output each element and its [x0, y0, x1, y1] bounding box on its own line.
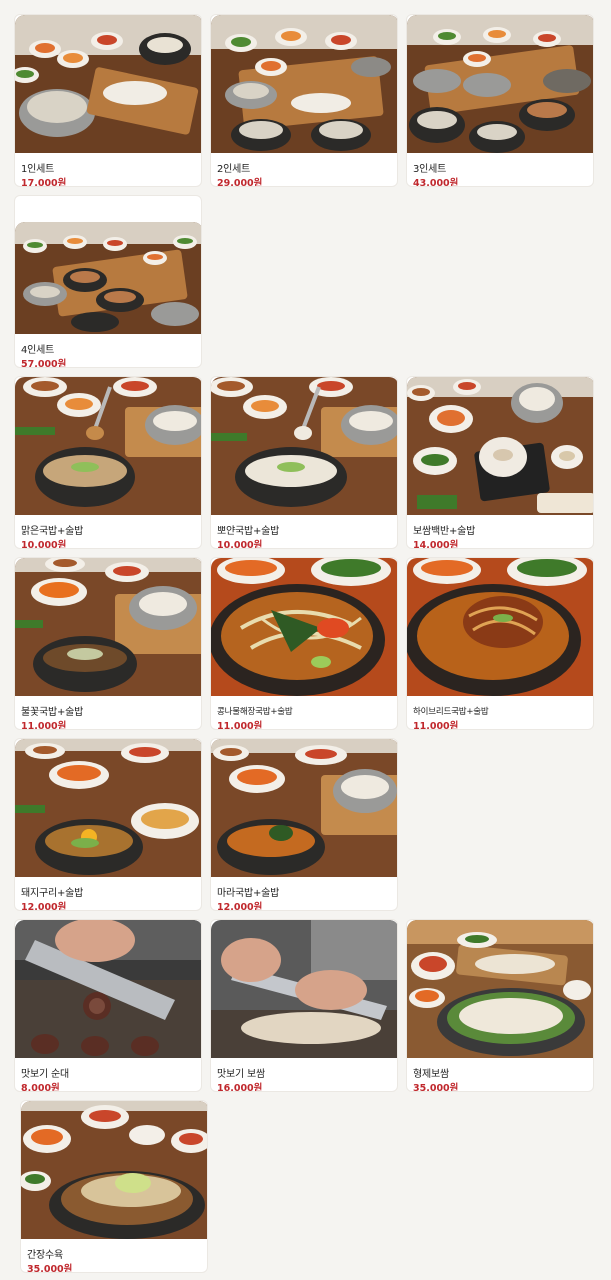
menu-item-name: 3인세트 [413, 164, 447, 175]
menu-photo [15, 739, 201, 877]
menu-item-price: 43,000원 [413, 178, 459, 187]
menu-item-name: 맛보기 보쌈 [217, 1069, 265, 1080]
menu-item-price: 12,000원 [217, 902, 263, 911]
menu-item-price: 29,000원 [217, 178, 263, 187]
menu-photo [21, 1101, 207, 1239]
menu-photo [15, 377, 201, 515]
menu-card-sample-bossam[interactable]: 맛보기 보쌈 16,000원 [210, 919, 398, 1092]
menu-photo [15, 15, 201, 153]
menu-item-name: 보쌈백반+술밥 [413, 526, 476, 537]
menu-card-fire-gukbap[interactable]: 불꽃국밥+술밥 11,000원 [14, 557, 202, 730]
menu-item-name: 불꽃국밥+술밥 [21, 707, 84, 718]
menu-item-name: 2인세트 [217, 164, 251, 175]
menu-photo [211, 377, 397, 515]
menu-photo [15, 222, 201, 334]
menu-item-price: 11,000원 [217, 721, 263, 730]
menu-item-price: 11,000원 [21, 721, 67, 730]
menu-item-price: 8,000원 [21, 1083, 60, 1092]
menu-card-soy-suyuk[interactable]: 간장수육 35,000원 [20, 1100, 208, 1273]
menu-card-3-person-set[interactable]: 3인세트 43,000원 [406, 14, 594, 187]
menu-card-brothers-bossam[interactable]: 형제보쌈 35,000원 [406, 919, 594, 1092]
menu-item-name: 콩나물해장국밥+술밥 [217, 707, 293, 717]
menu-photo [15, 920, 201, 1058]
menu-item-price: 57,000원 [21, 359, 67, 368]
menu-photo [211, 920, 397, 1058]
menu-item-name: 뽀얀국밥+술밥 [217, 526, 280, 537]
menu-photo [407, 920, 593, 1058]
menu-photo [211, 739, 397, 877]
menu-photo [211, 558, 397, 696]
menu-item-name: 맛보기 순대 [21, 1069, 69, 1080]
menu-photo [15, 558, 201, 696]
menu-item-price: 35,000원 [27, 1264, 73, 1273]
menu-item-price: 16,000원 [217, 1083, 263, 1092]
menu-item-name: 1인세트 [21, 164, 55, 175]
menu-item-price: 17,000원 [21, 178, 67, 187]
menu-item-price: 10,000원 [21, 540, 67, 549]
menu-photo [407, 558, 593, 696]
menu-item-name: 간장수육 [27, 1250, 63, 1261]
menu-item-name: 맑은국밥+술밥 [21, 526, 84, 537]
menu-card-dwaejiguri[interactable]: 돼지구리+술밥 12,000원 [14, 738, 202, 911]
menu-card-4-person-set[interactable]: 4인세트 57,000원 [14, 195, 202, 368]
menu-card-2-person-set[interactable]: 2인세트 29,000원 [210, 14, 398, 187]
menu-grid: 1인세트 17,000원 2인세트 29,000원 3인세트 43,000원 4… [0, 0, 611, 1280]
menu-item-price: 11,000원 [413, 721, 459, 730]
menu-card-milky-gukbap[interactable]: 뽀얀국밥+술밥 10,000원 [210, 376, 398, 549]
menu-photo [211, 15, 397, 153]
menu-item-price: 12,000원 [21, 902, 67, 911]
menu-item-name: 4인세트 [21, 345, 55, 356]
menu-photo [407, 377, 593, 515]
menu-card-mala-gukbap[interactable]: 마라국밥+술밥 12,000원 [210, 738, 398, 911]
menu-item-price: 35,000원 [413, 1083, 459, 1092]
menu-item-name: 돼지구리+술밥 [21, 888, 84, 899]
menu-item-name: 형제보쌈 [413, 1069, 449, 1080]
menu-item-name: 하이브리드국밥+술밥 [413, 707, 489, 717]
menu-card-kongnamul-haejangguk[interactable]: 콩나물해장국밥+술밥 11,000원 [210, 557, 398, 730]
menu-item-name: 마라국밥+술밥 [217, 888, 280, 899]
menu-card-bossam-baekban[interactable]: 보쌈백반+술밥 14,000원 [406, 376, 594, 549]
menu-card-clear-gukbap[interactable]: 맑은국밥+술밥 10,000원 [14, 376, 202, 549]
menu-card-sample-sundae[interactable]: 맛보기 순대 8,000원 [14, 919, 202, 1092]
menu-card-hybrid-gukbap[interactable]: 하이브리드국밥+술밥 11,000원 [406, 557, 594, 730]
menu-item-price: 14,000원 [413, 540, 459, 549]
menu-card-1-person-set[interactable]: 1인세트 17,000원 [14, 14, 202, 187]
menu-item-price: 10,000원 [217, 540, 263, 549]
menu-photo [407, 15, 593, 153]
